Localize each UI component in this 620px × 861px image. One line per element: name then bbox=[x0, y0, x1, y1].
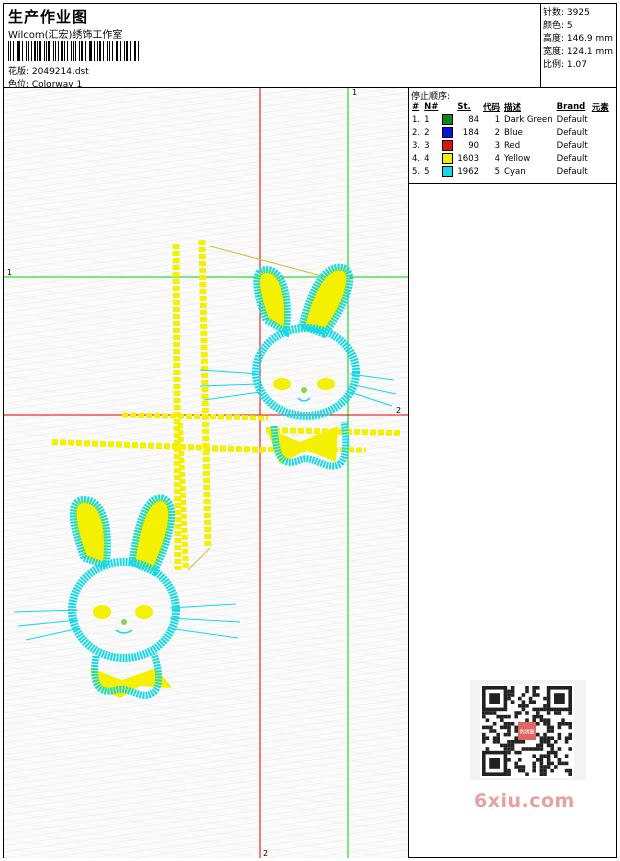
color-table: # N# St. 代码 描述 Brand 元素 1. 1 84 1 Dark G… bbox=[410, 100, 611, 178]
barcode bbox=[8, 41, 142, 61]
col-code: 代码 bbox=[483, 102, 501, 113]
bunny-top-right bbox=[199, 263, 397, 470]
guide-label-green-top: 1 bbox=[352, 88, 357, 97]
color-table-header: # N# St. 代码 描述 Brand 元素 bbox=[410, 100, 611, 113]
col-index: # bbox=[412, 101, 420, 112]
color-count: 颜色: 5 bbox=[543, 21, 573, 31]
stop-sequence-panel: 停止顺序: # N# St. 代码 描述 Brand 元素 1. 1 84 1 … bbox=[409, 88, 616, 184]
qr-code-graphic: 刺绣图 bbox=[480, 684, 574, 778]
table-row: 4. 4 1603 4 Yellow Default bbox=[412, 153, 588, 164]
watermark-logo: 6xiu.com bbox=[474, 790, 575, 812]
design-scale: 比例: 1.07 bbox=[543, 60, 587, 70]
color-swatch bbox=[442, 153, 454, 164]
page-title: 生产作业图 bbox=[8, 8, 89, 26]
col-needle: N# bbox=[424, 101, 439, 112]
col-swatch bbox=[440, 100, 455, 113]
color-swatch bbox=[442, 127, 454, 138]
design-canvas: 1 1 2 2 bbox=[4, 88, 409, 858]
color-swatch bbox=[442, 166, 454, 177]
table-row: 2. 2 184 2 Blue Default bbox=[412, 127, 588, 138]
header-info: 生产作业图 Wilcom(汇宏)绣饰工作室 花版: 2049214.dst 色位… bbox=[4, 4, 541, 90]
col-stitches: St. bbox=[457, 101, 471, 112]
qr-stamp-text: 刺绣图 bbox=[519, 729, 534, 736]
guide-label-red-right: 2 bbox=[396, 406, 401, 415]
stitch-count: 针数: 3925 bbox=[543, 8, 590, 18]
color-swatch bbox=[442, 140, 454, 151]
guide-label-green-left: 1 bbox=[7, 268, 12, 277]
table-row: 5. 5 1962 5 Cyan Default bbox=[412, 166, 588, 177]
qr-code: 刺绣图 bbox=[470, 680, 586, 780]
company-name: Wilcom(汇宏)绣饰工作室 bbox=[8, 30, 123, 41]
col-brand: Brand bbox=[556, 101, 586, 112]
guide-label-red-bottom: 2 bbox=[263, 849, 268, 858]
col-description: 描述 bbox=[504, 102, 522, 113]
design-width: 宽度: 124.1 mm bbox=[543, 47, 614, 57]
col-element: 元素 bbox=[591, 102, 609, 113]
embroidery-preview: 1 1 2 2 bbox=[4, 88, 408, 858]
design-file-label: 花版: 2049214.dst bbox=[8, 67, 89, 77]
table-row: 3. 3 90 3 Red Default bbox=[412, 140, 588, 151]
color-swatch bbox=[442, 114, 454, 125]
table-row: 1. 1 84 1 Dark Green Default bbox=[412, 114, 588, 125]
specs-box: 针数: 3925 颜色: 5 高度: 146.9 mm 宽度: 124.1 mm… bbox=[541, 4, 616, 88]
design-height: 高度: 146.9 mm bbox=[543, 34, 614, 44]
